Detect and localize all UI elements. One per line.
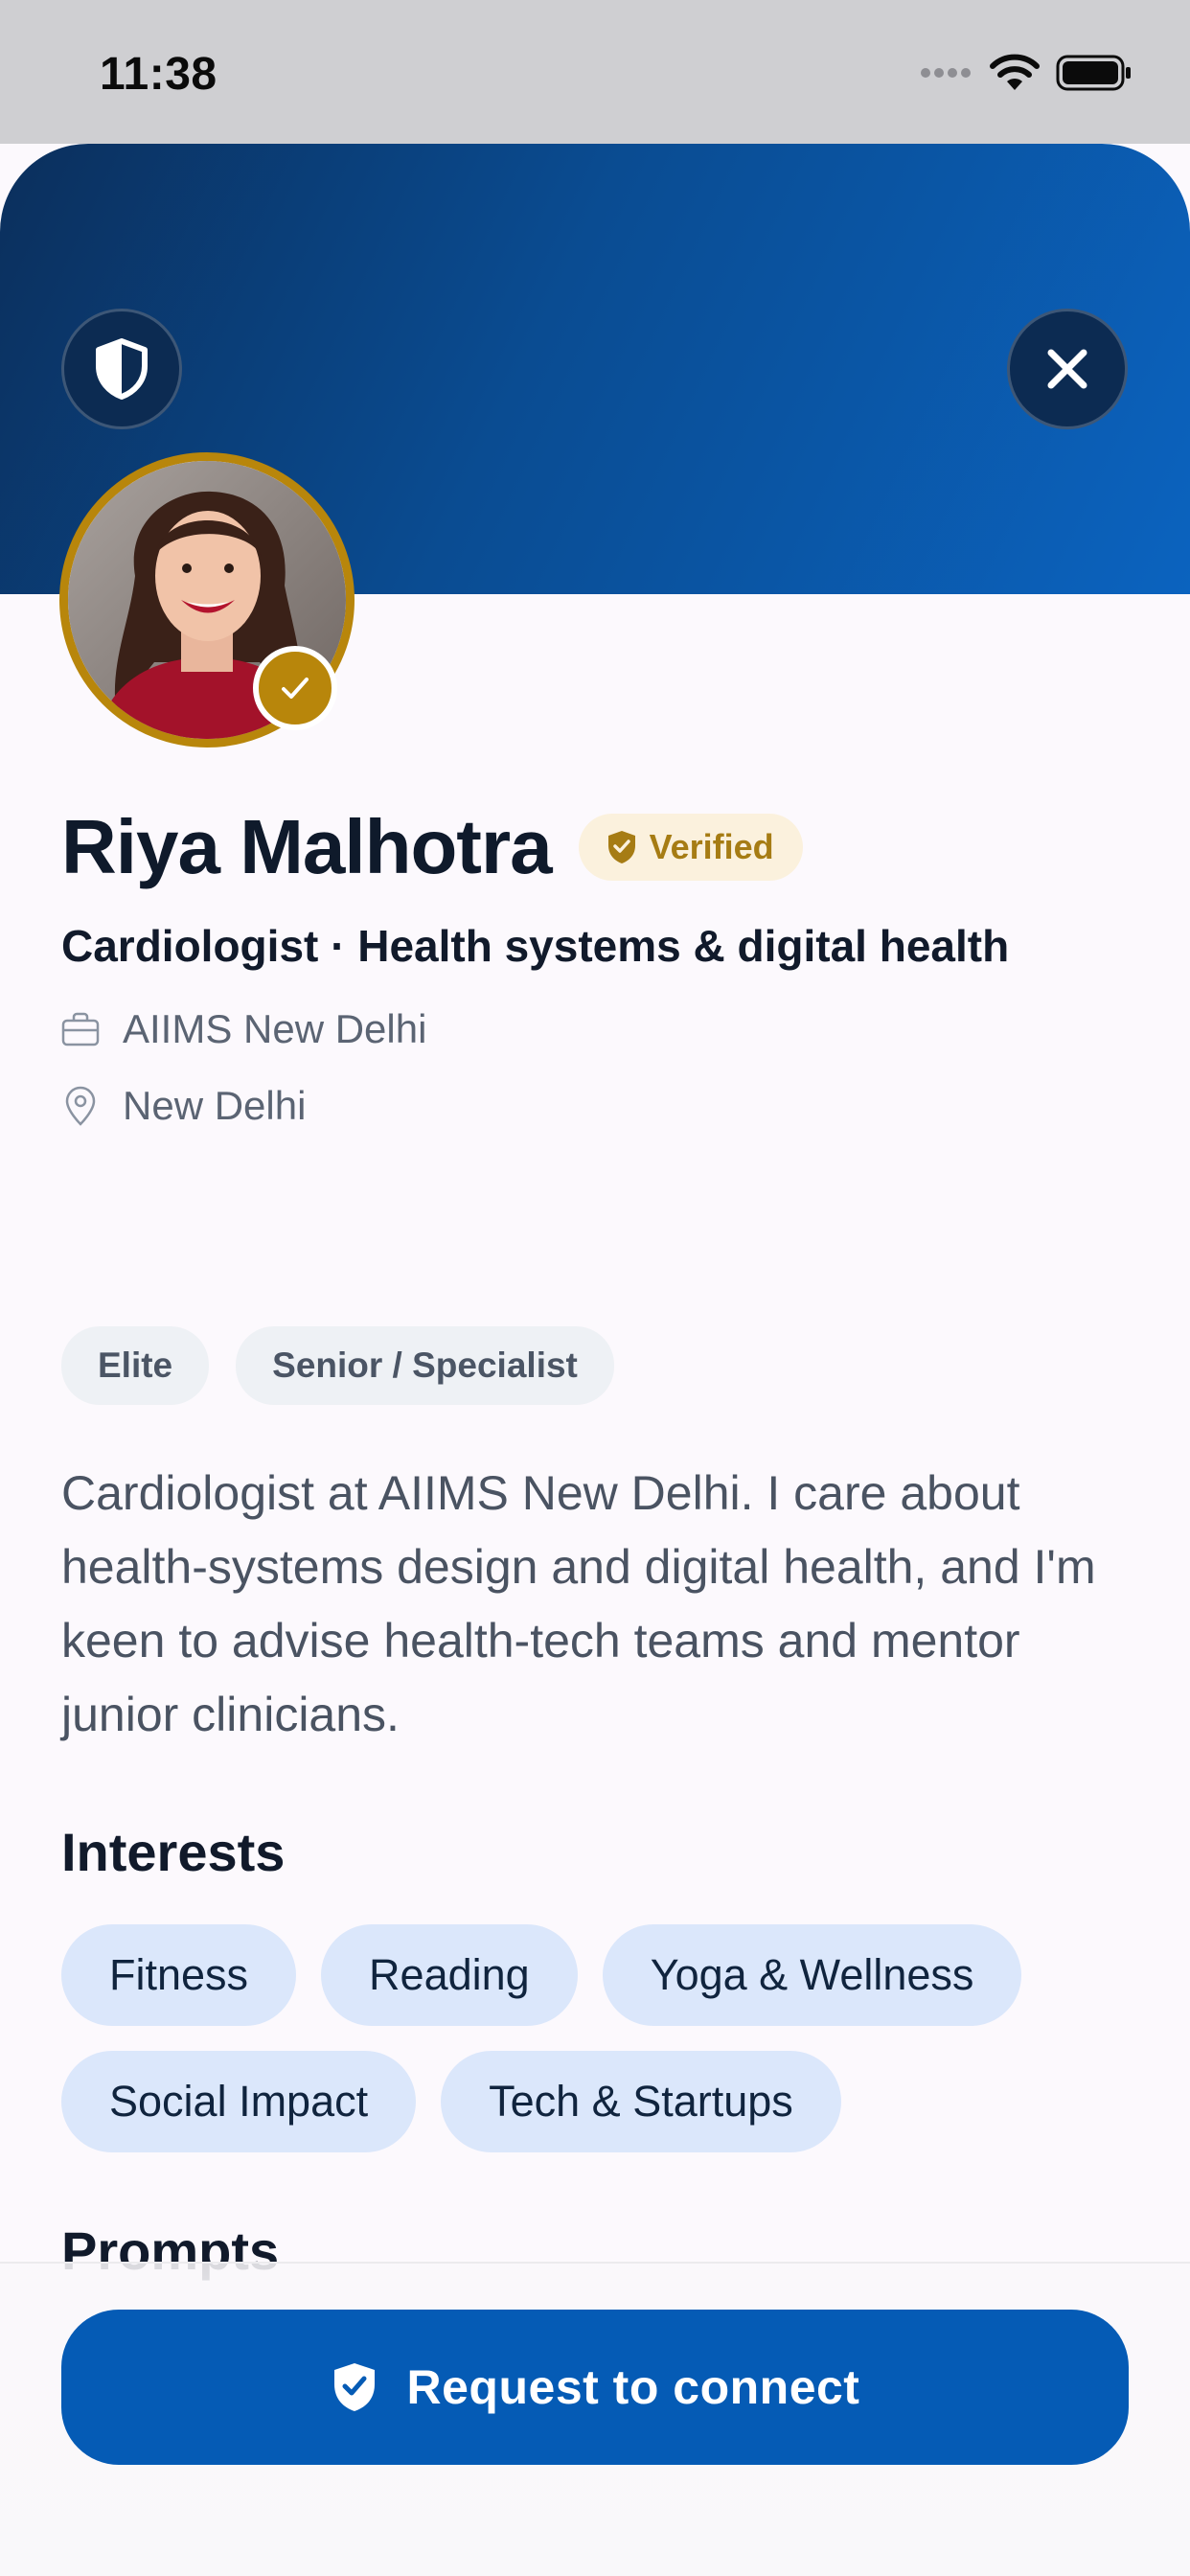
name-row: Riya Malhotra Verified <box>61 803 803 891</box>
verified-check-badge <box>253 646 337 730</box>
organization-row: AIIMS New Delhi <box>61 1006 426 1052</box>
interests-title: Interests <box>61 1822 286 1882</box>
shield-icon <box>96 338 148 400</box>
close-button[interactable] <box>1007 309 1128 429</box>
shield-check-icon <box>607 831 635 863</box>
safety-shield-button[interactable] <box>61 309 182 429</box>
profile-headline: Cardiologist · Health systems & digital … <box>61 921 1010 971</box>
interests-list: Fitness Reading Yoga & Wellness Social I… <box>61 1924 1134 2152</box>
location-row: New Delhi <box>61 1083 306 1129</box>
interest-chip: Reading <box>321 1924 578 2026</box>
wifi-icon <box>990 54 1040 90</box>
request-to-connect-label: Request to connect <box>406 2360 860 2414</box>
interest-chip: Tech & Startups <box>441 2051 841 2152</box>
profile-tags: Elite Senior / Specialist <box>61 1326 614 1405</box>
organization-text: AIIMS New Delhi <box>123 1006 427 1051</box>
interest-chip: Social Impact <box>61 2051 417 2152</box>
request-to-connect-button[interactable]: Request to connect <box>61 2310 1129 2465</box>
location-text: New Delhi <box>123 1083 307 1128</box>
cellular-signal-icon <box>921 68 971 78</box>
profile-bio: Cardiologist at AIIMS New Delhi. I care … <box>61 1466 1096 1741</box>
interest-chip: Yoga & Wellness <box>602 1924 1022 2026</box>
verified-label: Verified <box>649 827 774 866</box>
interest-chip: Fitness <box>61 1924 297 2026</box>
tag-chip: Elite <box>61 1326 210 1405</box>
status-time: 11:38 <box>100 49 217 100</box>
status-icons <box>920 54 1133 92</box>
profile-name: Riya Malhotra <box>61 804 553 889</box>
check-icon <box>282 678 309 699</box>
tag-chip: Senior / Specialist <box>236 1326 614 1405</box>
shield-check-icon <box>333 2363 375 2411</box>
verified-badge: Verified <box>578 814 803 881</box>
map-pin-icon <box>65 1086 96 1126</box>
status-bar: 11:38 <box>0 0 1190 144</box>
battery-icon <box>1056 55 1131 91</box>
close-icon <box>1047 349 1087 389</box>
briefcase-icon <box>61 1012 100 1046</box>
